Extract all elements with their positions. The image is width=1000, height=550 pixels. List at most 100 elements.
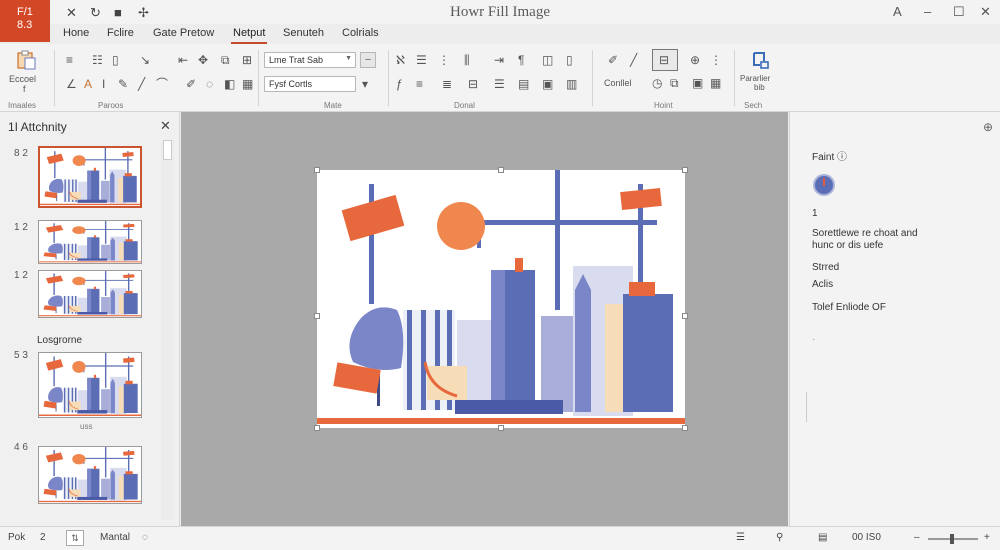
- arrow-icon[interactable]: ↘: [140, 54, 150, 66]
- move-icon[interactable]: ✥: [198, 54, 208, 66]
- zoom-level[interactable]: 00 IS0: [852, 532, 881, 543]
- effect-icon[interactable]: ◧: [224, 78, 235, 90]
- resize-handle[interactable]: [682, 313, 688, 319]
- option-aclis[interactable]: Aclis: [812, 279, 833, 291]
- zoom-slider-thumb[interactable]: [950, 534, 954, 544]
- align-center-icon[interactable]: ≣: [442, 78, 452, 90]
- pane-heading[interactable]: Faint ⓘ: [812, 152, 847, 164]
- align-left-icon[interactable]: ≡: [416, 78, 423, 90]
- tab-hone[interactable]: Hone: [63, 27, 89, 39]
- tab-senuteh[interactable]: Senuteh: [283, 27, 324, 39]
- arrange-icon[interactable]: ☷: [92, 54, 103, 66]
- section-label[interactable]: Losgrorne: [37, 335, 82, 346]
- pen-icon[interactable]: ✎: [118, 78, 128, 90]
- lasso-icon[interactable]: ◌: [206, 78, 213, 90]
- tab-netput[interactable]: Netput: [230, 27, 268, 44]
- zoom-slider[interactable]: [928, 534, 978, 544]
- list-icon[interactable]: ☰: [494, 78, 505, 90]
- font-color-icon[interactable]: A: [84, 78, 92, 90]
- conllel-button[interactable]: Conllel: [604, 78, 632, 88]
- resize-handle[interactable]: [314, 313, 320, 319]
- line-icon[interactable]: ╱: [138, 78, 145, 90]
- pin-icon[interactable]: ⊕: [983, 120, 993, 134]
- current-slide[interactable]: [317, 170, 685, 428]
- slide-thumbnail-5[interactable]: [38, 446, 142, 504]
- font-size-button[interactable]: –: [360, 52, 376, 68]
- slide-thumbnail-2[interactable]: [38, 220, 142, 264]
- resize-handle[interactable]: [498, 167, 504, 173]
- shapes-icon[interactable]: ⧉: [670, 77, 679, 89]
- scrollbar-thumb[interactable]: [163, 140, 172, 160]
- numbering-icon[interactable]: ⋮: [438, 54, 450, 66]
- panel-scrollbar[interactable]: [161, 140, 174, 520]
- indent-icon[interactable]: ⇥: [494, 54, 504, 66]
- text-frame-button[interactable]: ⊟: [652, 49, 678, 71]
- tab-gate-pretow[interactable]: Gate Pretow: [153, 27, 214, 39]
- zoom-in-icon[interactable]: +: [984, 532, 990, 543]
- dropdown-arrow-icon[interactable]: ▾: [362, 78, 368, 90]
- color-picker-icon[interactable]: [813, 174, 835, 196]
- normal-view-icon[interactable]: ▤: [818, 532, 827, 543]
- curve-icon[interactable]: ⌒: [156, 78, 168, 90]
- tab-colrials[interactable]: Colrials: [342, 27, 379, 39]
- bullets-icon[interactable]: ☰: [416, 54, 427, 66]
- slide-thumbnail-4[interactable]: [38, 352, 142, 418]
- gallery-icon[interactable]: ▦: [710, 77, 721, 89]
- brush-icon[interactable]: ✐: [608, 54, 618, 66]
- layer-icon[interactable]: ▦: [242, 78, 253, 90]
- tab-fclire[interactable]: Fclire: [107, 27, 134, 39]
- format-pane: ⊕ Faint ⓘ 1 Sorettlewe re choat and hunc…: [789, 112, 1000, 526]
- text-box-icon[interactable]: ◫: [542, 54, 553, 66]
- image-icon[interactable]: ▣: [542, 78, 553, 90]
- grid-icon[interactable]: ▤: [518, 78, 529, 90]
- slide-indicator[interactable]: 2: [40, 532, 46, 543]
- account-icon[interactable]: A: [893, 4, 902, 19]
- fill-icon[interactable]: ∠: [66, 78, 77, 90]
- search-icon[interactable]: ⊕: [690, 54, 700, 66]
- draw-icon[interactable]: ✐: [186, 78, 196, 90]
- status-left[interactable]: Pok: [8, 532, 25, 543]
- slide-thumbnail-1[interactable]: [38, 146, 142, 208]
- option-strred[interactable]: Strred: [812, 262, 839, 274]
- notes-icon[interactable]: ☰: [736, 532, 745, 543]
- slide-thumbnail-3[interactable]: [38, 270, 142, 318]
- resize-handle[interactable]: [314, 425, 320, 431]
- resize-handle[interactable]: [682, 425, 688, 431]
- close-button[interactable]: ✕: [980, 4, 991, 20]
- resize-handle[interactable]: [314, 167, 320, 173]
- option-tolef-enliode[interactable]: Tolef Enliode OF: [812, 302, 886, 314]
- shape-icon[interactable]: ▯: [112, 54, 119, 66]
- font-name-combo[interactable]: Lme Trat Sab ▼: [264, 52, 356, 68]
- chart-icon[interactable]: ▥: [566, 78, 577, 90]
- resize-handle[interactable]: [498, 425, 504, 431]
- paste-button[interactable]: Eccoel f: [6, 50, 46, 94]
- columns-icon[interactable]: ⫼: [464, 54, 470, 66]
- options-icon[interactable]: ⋮: [710, 54, 722, 66]
- zoom-out-icon[interactable]: –: [914, 532, 920, 543]
- accessibility-icon[interactable]: ◌: [142, 532, 148, 543]
- paragraph-icon[interactable]: ¶: [518, 54, 524, 66]
- slide-illustration[interactable]: [317, 170, 685, 428]
- media-icon[interactable]: ▣: [692, 77, 703, 89]
- text-list-icon[interactable]: ≡: [66, 54, 73, 66]
- view-mode[interactable]: Mantal: [100, 532, 130, 543]
- pararlier-button[interactable]: Pararlier bib: [738, 48, 784, 94]
- fraction-icon[interactable]: ƒ: [396, 78, 403, 90]
- notes-button[interactable]: ⇅: [66, 530, 84, 546]
- minimize-button[interactable]: –: [924, 4, 931, 19]
- pencil-icon[interactable]: ╱: [630, 54, 637, 66]
- italic-icon[interactable]: I: [102, 78, 105, 90]
- text-direction-icon[interactable]: ℵ: [396, 54, 405, 66]
- close-icon[interactable]: ✕: [160, 118, 171, 134]
- resize-handle[interactable]: [682, 167, 688, 173]
- comments-icon[interactable]: ⚲: [776, 532, 783, 543]
- mobile-icon[interactable]: ▯: [566, 54, 573, 66]
- slide-canvas[interactable]: [181, 112, 788, 526]
- font-size-combo[interactable]: Fysf Cortls: [264, 76, 356, 92]
- clock-icon[interactable]: ◷: [652, 77, 662, 89]
- align-icon[interactable]: ⇤: [178, 54, 188, 66]
- table-icon[interactable]: ⊟: [468, 78, 478, 90]
- copy-icon[interactable]: ⊞: [242, 54, 252, 66]
- group-icon[interactable]: ⧉: [221, 54, 230, 66]
- maximize-button[interactable]: ☐: [953, 4, 965, 20]
